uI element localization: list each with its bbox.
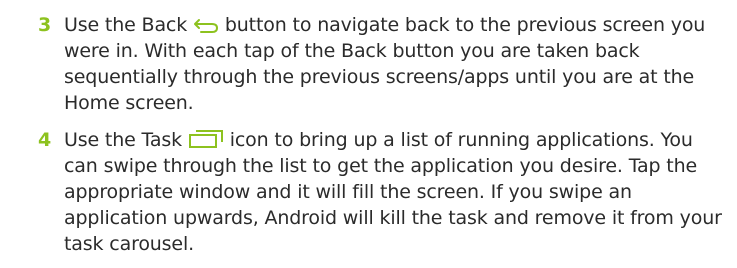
step-description: Use the Back button to navigate back to … [64, 12, 732, 116]
step-text-before-icon: Use the Task [64, 129, 188, 151]
step-text-before-icon: Use the Back [64, 14, 193, 36]
step-description: Use the Task icon to bring up a list of … [64, 127, 732, 257]
back-arrow-icon [193, 18, 219, 34]
step-number: 4 [38, 129, 52, 151]
step-number: 3 [38, 14, 52, 36]
recent-tasks-icon [188, 129, 224, 149]
